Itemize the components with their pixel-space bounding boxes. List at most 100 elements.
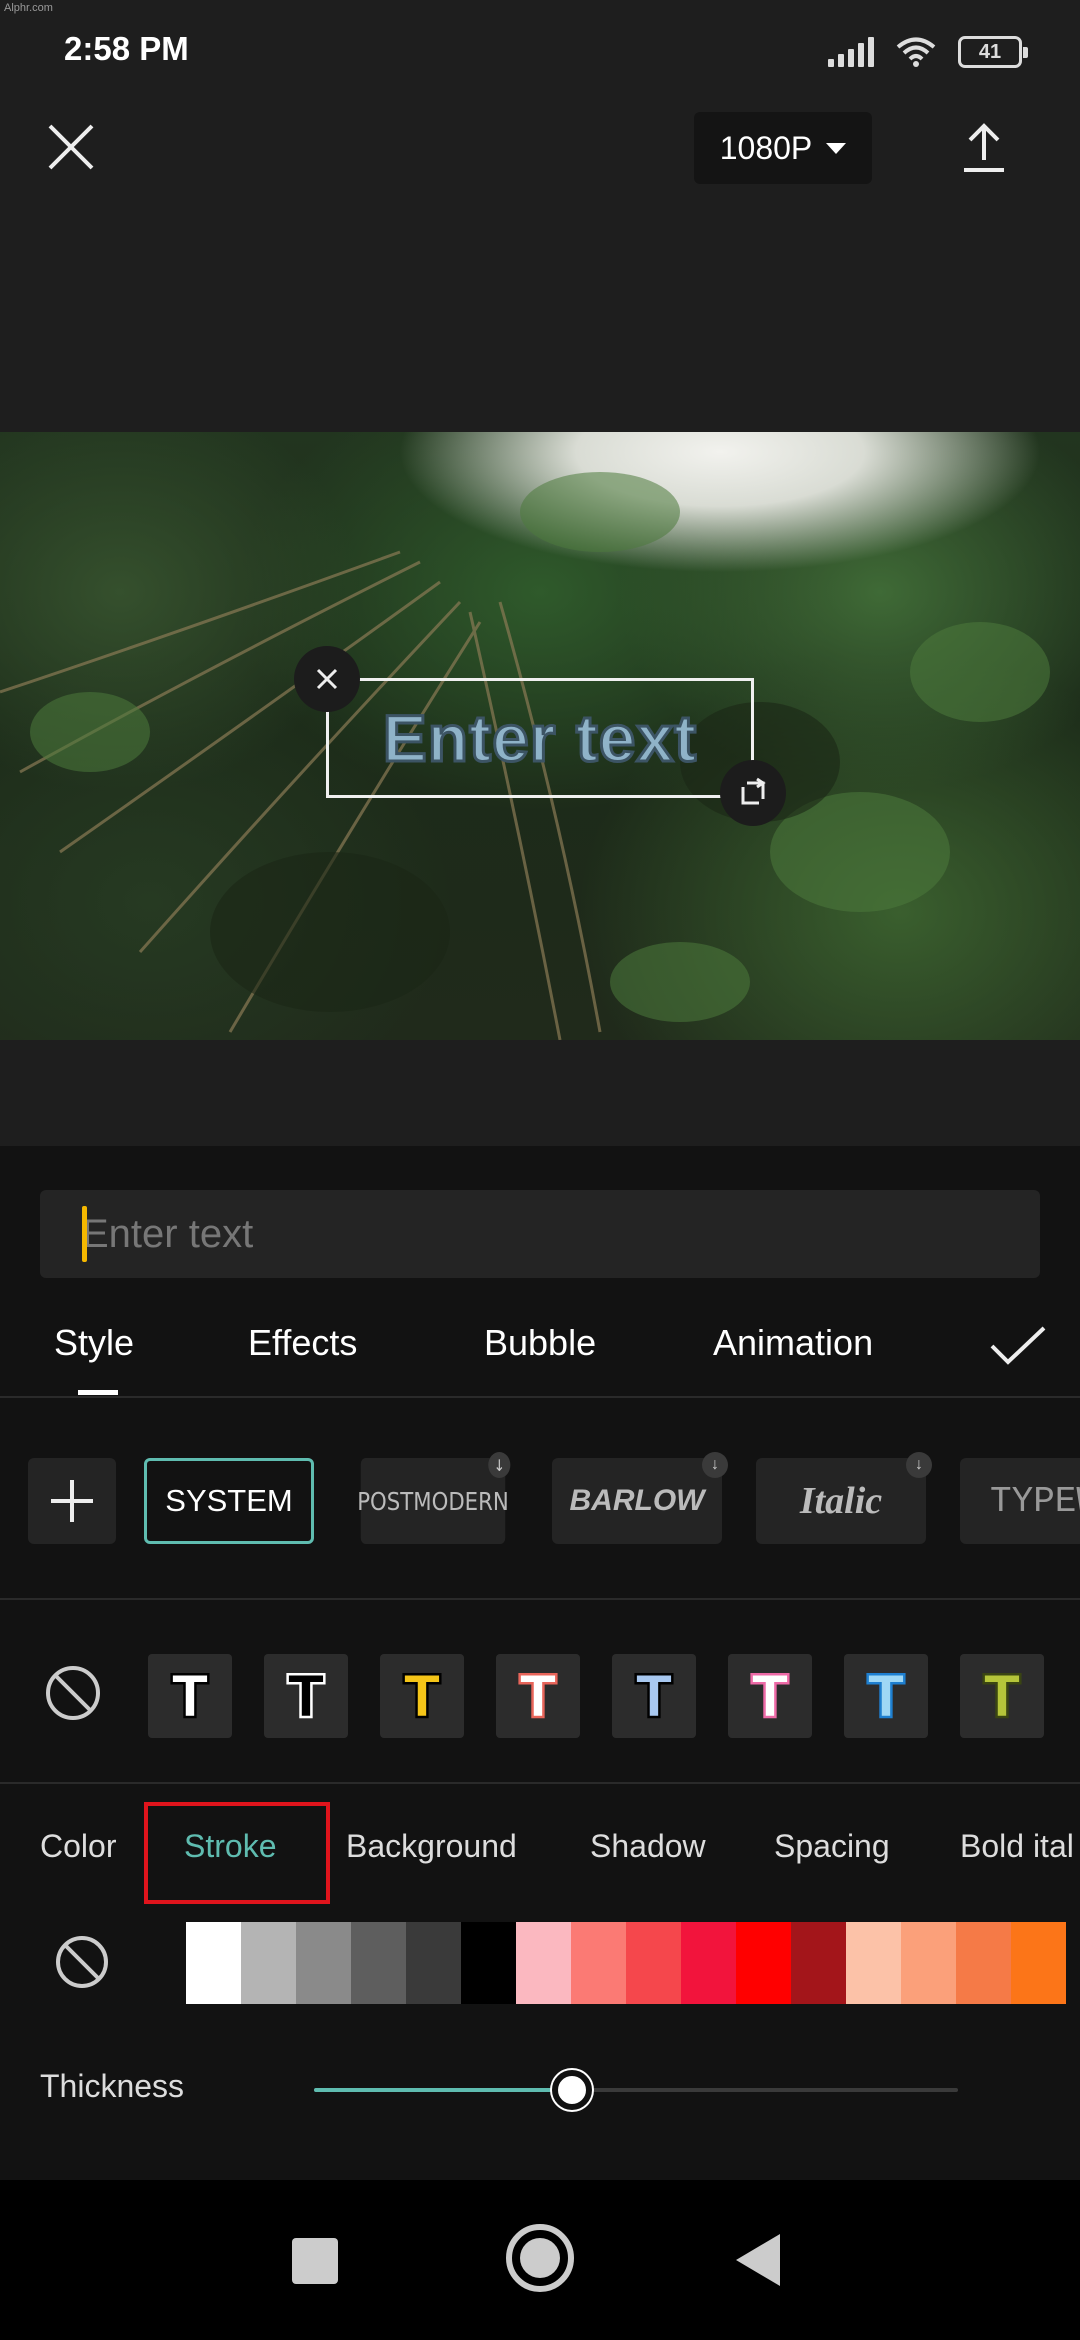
tab-effects[interactable]: Effects (248, 1322, 357, 1364)
color-swatch[interactable] (186, 1922, 241, 2004)
text-style-preset[interactable]: T (612, 1654, 696, 1738)
download-icon: ↓ (702, 1452, 728, 1478)
subtab-color[interactable]: Color (40, 1828, 116, 1865)
slider-fill (314, 2088, 572, 2092)
color-swatch[interactable] (901, 1922, 956, 2004)
subtab-shadow[interactable]: Shadow (590, 1828, 706, 1865)
plus-icon (51, 1480, 93, 1522)
wifi-icon (896, 37, 936, 67)
tab-style[interactable]: Style (54, 1322, 134, 1364)
add-font-button[interactable] (28, 1458, 116, 1544)
style-preview-glyph: T (170, 1661, 211, 1731)
close-icon (316, 668, 338, 690)
color-swatch[interactable] (681, 1922, 736, 2004)
color-swatch[interactable] (571, 1922, 626, 2004)
confirm-check-icon[interactable] (988, 1324, 1048, 1368)
back-icon[interactable] (736, 2234, 780, 2286)
recents-icon[interactable] (292, 2238, 338, 2284)
color-swatch[interactable] (406, 1922, 461, 2004)
home-icon[interactable] (506, 2224, 574, 2292)
font-typewriter[interactable]: TYPEW (960, 1458, 1080, 1544)
text-editor-panel: Enter text Style Effects Bubble Animatio… (0, 1146, 1080, 2180)
style-preview-glyph: T (518, 1661, 559, 1731)
text-style-preset[interactable]: T (264, 1654, 348, 1738)
font-barlow[interactable]: BARLOW ↓ (552, 1452, 728, 1544)
download-icon: ↓ (906, 1452, 932, 1478)
export-icon (964, 123, 1004, 172)
thickness-control: Thickness (0, 2042, 1080, 2132)
slider-thumb[interactable] (551, 2070, 592, 2110)
color-swatch[interactable] (736, 1922, 791, 2004)
export-button[interactable] (960, 122, 1008, 174)
color-swatch[interactable] (461, 1922, 516, 2004)
editor-tabs: Style Effects Bubble Animation (0, 1294, 1080, 1398)
text-style-preset[interactable]: T (844, 1654, 928, 1738)
style-preview-glyph: T (982, 1661, 1023, 1731)
style-preview-glyph: T (402, 1661, 443, 1731)
font-italic[interactable]: Italic ↓ (756, 1452, 932, 1544)
color-swatch[interactable] (846, 1922, 901, 2004)
status-icons: 41 (828, 32, 1028, 72)
font-postmodern[interactable]: POSTMODERN ↓ (357, 1452, 511, 1544)
chevron-down-icon (826, 142, 847, 154)
subtab-background[interactable]: Background (346, 1828, 517, 1865)
color-swatch[interactable] (296, 1922, 351, 2004)
color-swatch[interactable] (1011, 1922, 1066, 2004)
text-cursor (82, 1206, 87, 1262)
stroke-highlight-box (144, 1802, 330, 1904)
color-swatch[interactable] (351, 1922, 406, 2004)
system-nav-bar (0, 2180, 1080, 2340)
thickness-label: Thickness (40, 2068, 185, 2104)
resolution-label: 1080P (719, 129, 813, 166)
color-swatch[interactable] (956, 1922, 1011, 2004)
delete-text-button[interactable] (294, 646, 360, 712)
close-button[interactable] (44, 120, 98, 174)
color-swatch[interactable] (791, 1922, 846, 2004)
color-swatch[interactable] (241, 1922, 296, 2004)
font-label: SYSTEM (165, 1483, 293, 1518)
text-input[interactable]: Enter text (40, 1190, 1040, 1278)
tab-bubble[interactable]: Bubble (484, 1322, 596, 1364)
text-style-preset[interactable]: T (960, 1654, 1044, 1738)
signal-icon (828, 37, 874, 67)
text-style-preset[interactable]: T (148, 1654, 232, 1738)
no-style-icon[interactable] (44, 1664, 102, 1722)
download-icon: ↓ (488, 1452, 511, 1478)
subtab-spacing[interactable]: Spacing (774, 1828, 890, 1865)
rotate-icon (741, 777, 766, 805)
thickness-slider[interactable] (314, 2070, 958, 2110)
battery-icon: 41 (958, 36, 1028, 68)
color-swatch[interactable] (516, 1922, 571, 2004)
active-tab-indicator (78, 1390, 118, 1395)
resolution-dropdown[interactable]: 1080P (694, 112, 872, 184)
font-list: SYSTEM POSTMODERN ↓ BARLOW ↓ Italic ↓ TY… (0, 1398, 1080, 1600)
text-style-preset[interactable]: T (380, 1654, 464, 1738)
subtab-bold-italic[interactable]: Bold ital (960, 1828, 1074, 1865)
rotate-scale-handle[interactable] (720, 760, 786, 826)
text-input-placeholder: Enter text (82, 1211, 254, 1256)
color-swatches (186, 1922, 1066, 2004)
style-preview-glyph: T (286, 1661, 327, 1731)
watermark: Alphr.com (4, 2, 53, 14)
style-preview-glyph: T (750, 1661, 791, 1731)
no-color-icon[interactable] (54, 1934, 110, 1990)
tab-animation[interactable]: Animation (713, 1322, 873, 1364)
overlay-text: Enter text (381, 700, 698, 777)
close-icon (48, 124, 94, 170)
font-system[interactable]: SYSTEM (144, 1458, 314, 1544)
font-label: POSTMODERN (357, 1486, 509, 1516)
font-label: TYPEW (990, 1480, 1080, 1522)
status-time: 2:58 PM (64, 30, 189, 67)
text-style-preset[interactable]: T (728, 1654, 812, 1738)
style-preview-glyph: T (866, 1661, 907, 1731)
font-label: BARLOW (569, 1484, 705, 1517)
video-preview[interactable]: Enter text (0, 432, 1080, 1040)
status-bar: Alphr.com 2:58 PM 41 (0, 0, 1080, 100)
text-style-preset[interactable]: T (496, 1654, 580, 1738)
text-overlay-box[interactable]: Enter text (326, 678, 754, 798)
style-preview-glyph: T (634, 1661, 675, 1731)
font-label: Italic (799, 1480, 883, 1522)
text-style-presets: TTTTTTTT (0, 1600, 1080, 1784)
color-swatch[interactable] (626, 1922, 681, 2004)
stroke-color-palette (0, 1922, 1080, 2012)
